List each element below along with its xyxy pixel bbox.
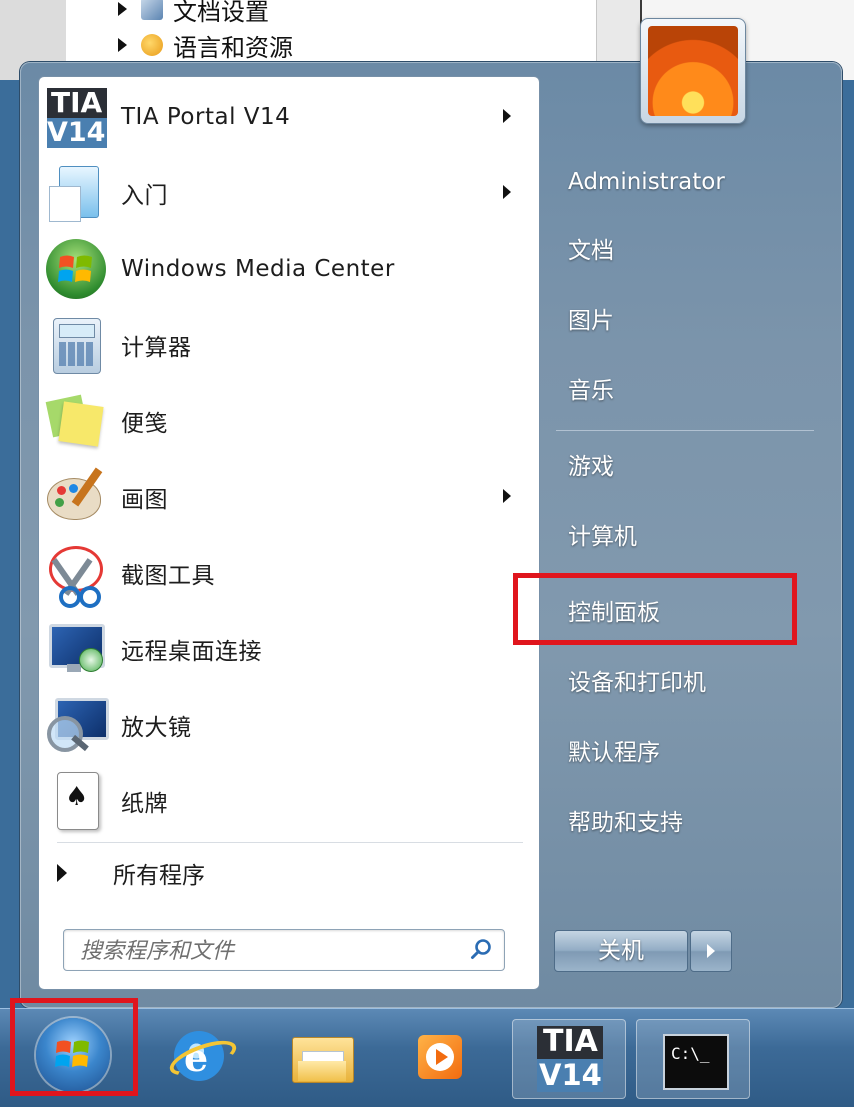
right-item-default-programs[interactable]: 默认程序 (568, 733, 660, 773)
windows-media-center-icon (45, 238, 107, 300)
taskbar-media-player[interactable] (400, 1019, 480, 1099)
search-input[interactable] (78, 936, 462, 966)
all-programs-button[interactable]: 所有程序 (57, 853, 205, 893)
program-label: 便笺 (121, 411, 168, 437)
program-item-windows-media-center[interactable]: Windows Media Center (45, 233, 533, 305)
program-item-getting-started[interactable]: 入门 (45, 157, 533, 229)
program-label: 纸牌 (121, 791, 168, 817)
paint-icon (45, 466, 107, 528)
program-item-snipping-tool[interactable]: 截图工具 (45, 537, 533, 609)
start-button-highlight-box (10, 998, 138, 1096)
calculator-icon (45, 314, 107, 376)
right-item-pictures[interactable]: 图片 (568, 301, 614, 341)
program-item-tia-portal[interactable]: TIA V14 TIA Portal V14 (45, 81, 533, 153)
submenu-arrow-icon[interactable] (503, 109, 511, 123)
program-item-solitaire[interactable]: ♠ 纸牌 (45, 765, 533, 837)
solitaire-icon: ♠ (45, 770, 107, 832)
getting-started-icon (45, 162, 107, 224)
program-label: 入门 (121, 183, 168, 209)
tree-item-document-settings[interactable]: 文档设置 (118, 0, 269, 26)
program-list-divider (57, 842, 523, 843)
right-item-username[interactable]: Administrator (568, 162, 725, 202)
submenu-arrow-icon[interactable] (503, 185, 511, 199)
sticky-notes-icon (45, 390, 107, 452)
program-label: 远程桌面连接 (121, 639, 262, 665)
submenu-arrow-icon[interactable] (503, 489, 511, 503)
program-label: 截图工具 (121, 563, 215, 589)
avatar-flower-picture (648, 26, 738, 116)
program-label: 计算器 (121, 335, 192, 361)
internet-explorer-icon: e (165, 1027, 241, 1085)
shutdown-options-arrow-icon (707, 944, 715, 958)
program-item-remote-desktop[interactable]: 远程桌面连接 (45, 613, 533, 685)
program-list-pane: TIA V14 TIA Portal V14 入门 Windows Media … (38, 76, 540, 990)
program-label: 画图 (121, 487, 168, 513)
media-player-icon (418, 1035, 462, 1079)
right-item-documents[interactable]: 文档 (568, 231, 614, 271)
command-prompt-icon: C:\_ (663, 1034, 729, 1090)
taskbar-command-prompt[interactable]: C:\_ (636, 1019, 750, 1099)
document-settings-icon (141, 0, 163, 20)
all-programs-arrow-icon (57, 864, 67, 882)
program-item-magnifier[interactable]: 放大镜 (45, 689, 533, 761)
expand-arrow-icon[interactable] (118, 2, 127, 16)
expand-arrow-icon[interactable] (118, 38, 127, 52)
right-item-music[interactable]: 音乐 (568, 371, 614, 411)
program-item-sticky-notes[interactable]: 便笺 (45, 385, 533, 457)
right-item-games[interactable]: 游戏 (568, 447, 614, 487)
tree-item-language-resources[interactable]: 语言和资源 (118, 30, 293, 62)
right-item-help-support[interactable]: 帮助和支持 (568, 803, 683, 843)
tia-portal-icon: TIA V14 (47, 86, 107, 148)
control-panel-highlight-box (513, 573, 797, 645)
windows-explorer-icon (292, 1033, 354, 1083)
shutdown-options-button[interactable] (690, 930, 732, 972)
search-box[interactable] (63, 929, 505, 971)
right-item-computer[interactable]: 计算机 (568, 517, 637, 557)
program-label: 放大镜 (121, 715, 192, 741)
program-item-calculator[interactable]: 计算器 (45, 309, 533, 381)
search-icon[interactable] (470, 938, 492, 960)
program-label: TIA Portal V14 (121, 104, 291, 130)
user-avatar[interactable] (640, 18, 746, 124)
program-label: Windows Media Center (121, 256, 395, 282)
language-resources-icon (141, 34, 163, 56)
tia-portal-icon: TIA V14 (537, 1024, 603, 1092)
program-item-paint[interactable]: 画图 (45, 461, 533, 533)
snipping-tool-icon (45, 542, 107, 608)
taskbar-tia-portal[interactable]: TIA V14 (512, 1019, 626, 1099)
right-menu-divider (556, 430, 814, 431)
all-programs-label: 所有程序 (113, 863, 205, 889)
right-item-devices-printers[interactable]: 设备和打印机 (568, 663, 706, 703)
remote-desktop-icon (45, 618, 107, 680)
taskbar-internet-explorer[interactable]: e (160, 1019, 241, 1099)
magnifier-icon (45, 694, 109, 756)
taskbar-windows-explorer[interactable] (282, 1019, 362, 1099)
shutdown-button[interactable]: 关机 (554, 930, 688, 972)
